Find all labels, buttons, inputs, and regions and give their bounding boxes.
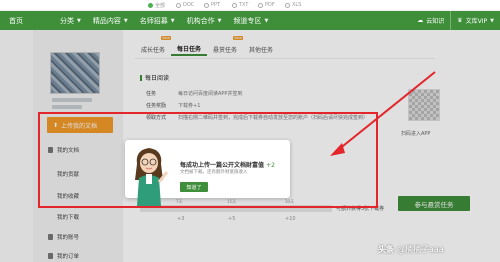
watermark: 头条 @楠楠子aaa bbox=[378, 245, 444, 254]
teacher-illustration bbox=[135, 148, 169, 206]
tooltip-description: 文档被下载，还有额外财富值收入 bbox=[180, 170, 248, 175]
annotation-arrow bbox=[330, 71, 436, 156]
got-it-button[interactable]: 知道了 bbox=[180, 182, 208, 192]
tooltip-title: 每成功上传一篇公开文档财富值 +2 bbox=[180, 162, 275, 169]
